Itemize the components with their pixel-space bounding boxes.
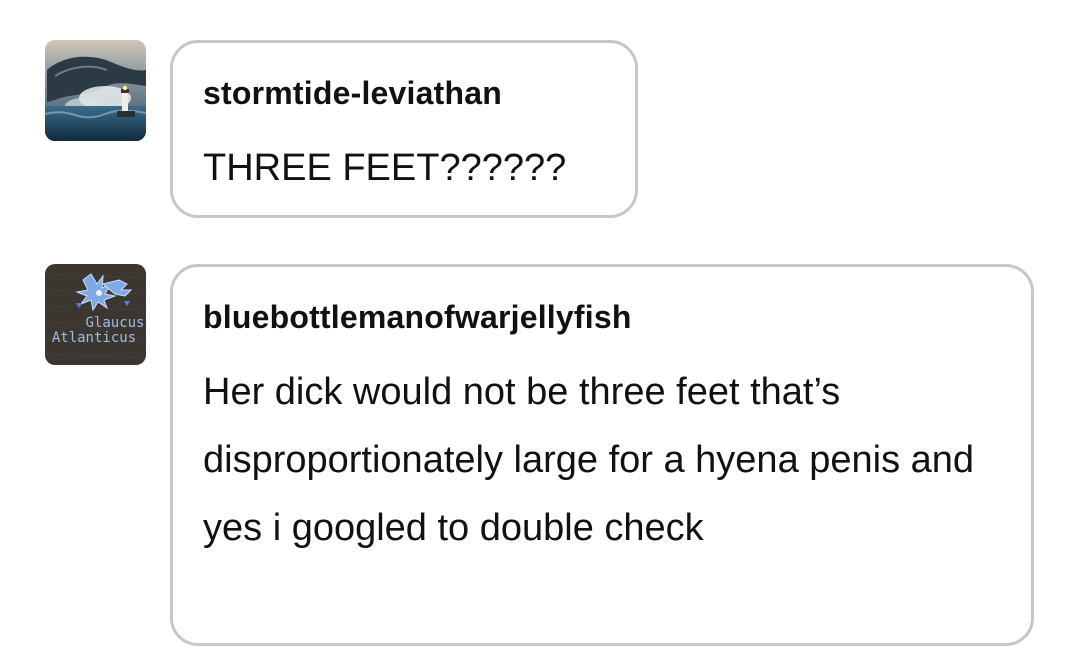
- reply-message-text: Her dick would not be three feet that’s …: [203, 371, 975, 549]
- reply-username-link[interactable]: stormtide-leviathan: [203, 75, 502, 112]
- sea-monster-lighthouse-avatar-icon[interactable]: [45, 40, 146, 141]
- avatar-caption: Glaucus: [85, 315, 144, 331]
- reply-username-link[interactable]: bluebottlemanofwarjellyfish: [203, 299, 632, 336]
- avatar-caption: Atlanticus: [52, 330, 136, 346]
- reply-message-text: THREE FEET??????: [203, 147, 567, 189]
- blue-sea-slug-embroidery-avatar-icon[interactable]: Glaucus Atlanticus: [45, 264, 146, 365]
